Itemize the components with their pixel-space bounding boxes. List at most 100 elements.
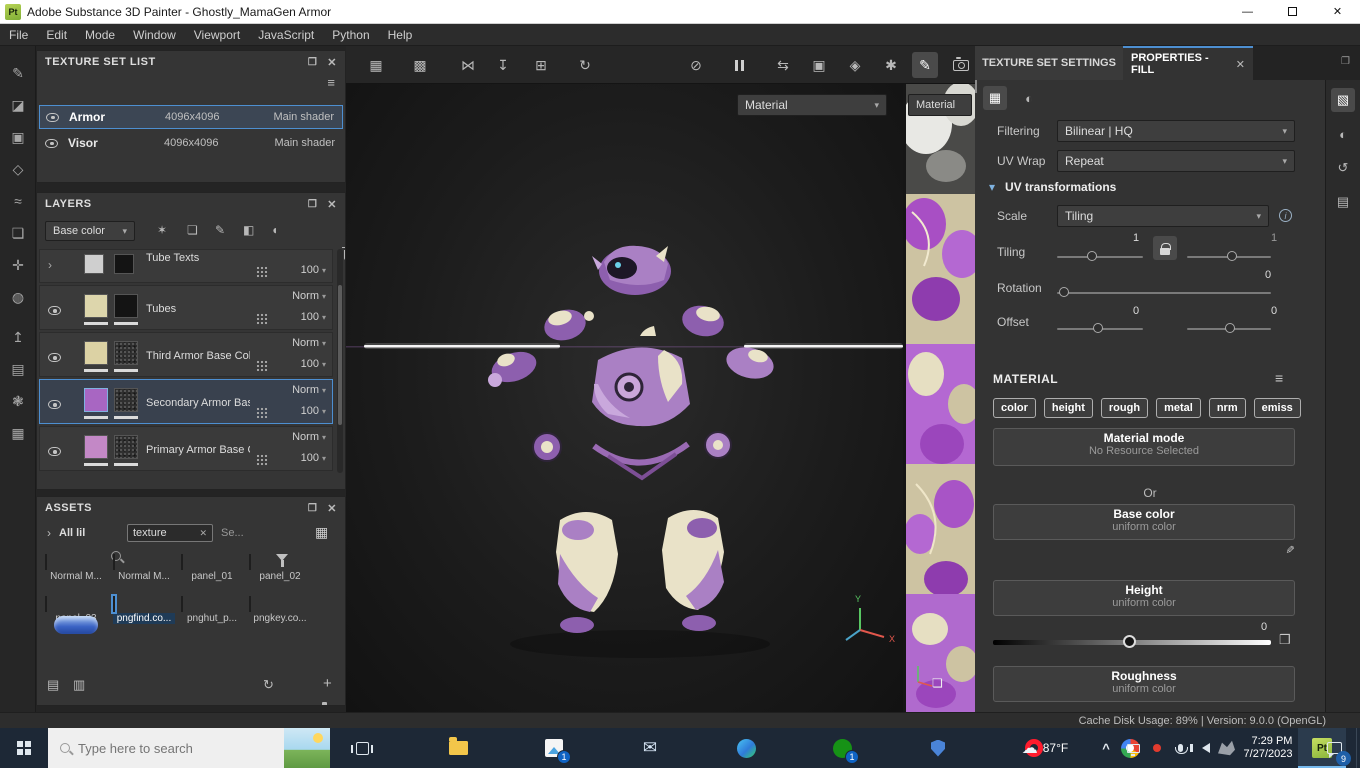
close-tab-icon[interactable]: ✕ <box>1236 58 1245 71</box>
fill-settings-tab-icon[interactable]: ▦ <box>983 86 1007 110</box>
grid-view-icon[interactable]: ▦ <box>315 524 328 541</box>
layer-visibility-icon[interactable] <box>48 447 61 456</box>
scrollbar-thumb[interactable] <box>338 285 342 425</box>
layer-visibility-icon[interactable] <box>48 400 61 409</box>
slider-knob[interactable] <box>1093 323 1103 333</box>
tiling-value-x[interactable]: 1 <box>1133 232 1139 244</box>
channel-metal-button[interactable]: metal <box>1156 398 1201 418</box>
viewport-2d[interactable]: Material ❏ <box>906 84 975 712</box>
eyedropper-icon[interactable]: ✎ <box>1283 545 1296 554</box>
slider-knob[interactable] <box>1059 287 1069 297</box>
list-view-icon[interactable]: ▤ <box>47 677 59 693</box>
search-input[interactable]: texture <box>133 527 167 539</box>
layer-content-thumbnail[interactable] <box>84 435 108 459</box>
layer-opacity[interactable]: 100 ▾ <box>301 452 326 464</box>
add-smart-mask-icon[interactable]: ◖ <box>271 223 278 237</box>
layer-blend-mode[interactable]: Norm ▾ <box>292 337 326 349</box>
texture-set-row-visor[interactable]: Visor 4096x4096 Main shader <box>39 131 343 155</box>
stopwatch-icon[interactable]: ↻ <box>572 52 598 78</box>
layer-content-thumbnail[interactable] <box>84 294 108 318</box>
tool-material-picker-icon[interactable]: ✛ <box>5 252 31 278</box>
asset-thumbnail[interactable] <box>111 594 117 614</box>
expand-icon[interactable]: › <box>48 258 52 272</box>
symmetry-icon[interactable]: ⋈ <box>455 52 481 78</box>
asset-item[interactable]: panel_02 <box>249 554 311 582</box>
layer-mask-thumbnail[interactable] <box>114 341 138 365</box>
tessellation-grid-icon[interactable]: ▦ <box>363 52 389 78</box>
tool-smudge-icon[interactable]: ≈ <box>5 188 31 214</box>
taskbar-search[interactable] <box>48 728 330 768</box>
slider-knob[interactable] <box>1227 251 1237 261</box>
slider-knob[interactable] <box>1225 323 1235 333</box>
channel-height-button[interactable]: height <box>1043 398 1093 418</box>
layer-row[interactable]: Third Armor Base Color Norm ▾ 100 ▾ <box>39 332 333 377</box>
asset-thumbnail[interactable] <box>45 554 47 570</box>
asset-item[interactable]: Normal M... <box>45 554 107 582</box>
asset-item[interactable]: Normal M... <box>113 554 175 582</box>
asset-item-selected[interactable]: pngfind.co... <box>111 594 175 624</box>
tiling-lock-button[interactable] <box>1153 236 1177 260</box>
layer-mask-thumbnail[interactable] <box>114 254 134 274</box>
layer-opacity[interactable]: 100 ▾ <box>301 405 326 417</box>
search-input[interactable] <box>78 740 264 756</box>
texture-set-visibility-icon[interactable] <box>46 112 59 122</box>
clear-search-icon[interactable]: ✕ <box>199 528 207 539</box>
menu-python[interactable]: Python <box>323 24 378 46</box>
edge-button[interactable] <box>722 728 770 768</box>
base-color-button[interactable]: Base color uniform color <box>993 504 1295 540</box>
refresh-icon[interactable]: ↻ <box>263 677 274 693</box>
uv-wrap-dropdown[interactable]: Repeat ▾ <box>1057 150 1295 172</box>
tiling-value-y[interactable]: 1 <box>1271 232 1277 244</box>
layer-blend-mode[interactable]: Norm ▾ <box>292 384 326 396</box>
camera-icon[interactable] <box>948 52 974 78</box>
undock-icon[interactable]: ❐ <box>308 503 317 514</box>
close-button[interactable]: ✕ <box>1315 0 1360 24</box>
close-panel-icon[interactable]: ✕ <box>327 56 337 69</box>
detail-view-icon[interactable]: ▥ <box>73 677 85 693</box>
plugins-icon[interactable]: ❃ <box>5 388 31 414</box>
asset-thumbnail[interactable] <box>181 596 183 612</box>
tray-volume-button[interactable] <box>1190 728 1218 768</box>
add-fill-layer-icon[interactable]: ◧ <box>243 223 254 237</box>
layer-content-thumbnail[interactable] <box>84 341 108 365</box>
mask-link-icon[interactable] <box>256 407 268 419</box>
hide-mesh-icon[interactable]: ⊘ <box>683 52 709 78</box>
layer-visibility-icon[interactable] <box>48 353 61 362</box>
layer-opacity[interactable]: 100 ▾ <box>301 311 326 323</box>
add-asset-icon[interactable]: + <box>323 675 332 692</box>
material-mode-button[interactable]: Material mode No Resource Selected <box>993 428 1295 466</box>
roughness-button[interactable]: Roughness uniform color <box>993 666 1295 702</box>
weather-widget[interactable]: ☁ 87°F <box>1008 728 1082 768</box>
undock-icon[interactable]: ❐ <box>308 57 317 68</box>
rotation-slider[interactable] <box>1057 287 1271 297</box>
uv-transformations-header[interactable]: UV transformations <box>1005 180 1116 194</box>
tool-paint-icon[interactable]: ✎ <box>5 60 31 86</box>
shader-settings-icon[interactable]: ◐ <box>1331 122 1355 146</box>
pause-engine-icon[interactable] <box>726 52 752 78</box>
offset-value-x[interactable]: 0 <box>1133 305 1139 317</box>
asset-thumbnail[interactable] <box>181 554 183 570</box>
channel-filter-dropdown[interactable]: Base color ▾ <box>45 221 135 241</box>
undock-icon[interactable]: ❐ <box>308 199 317 210</box>
offset-value-y[interactable]: 0 <box>1271 305 1277 317</box>
material-view-icon[interactable]: ◈ <box>842 52 868 78</box>
layers-scrollbar[interactable] <box>337 249 343 473</box>
mask-link-icon[interactable] <box>256 266 268 278</box>
layer-content-thumbnail[interactable] <box>84 388 108 412</box>
shader-3d-dropdown[interactable]: Material ▾ <box>737 94 887 116</box>
close-panel-icon[interactable]: ✕ <box>327 198 337 211</box>
tray-mic-button[interactable] <box>1170 728 1190 768</box>
layer-row[interactable]: Primary Armor Base Color Norm▾ 100▾ <box>39 426 333 471</box>
tool-eraser-icon[interactable]: ◪ <box>5 92 31 118</box>
add-frame-icon[interactable]: ⊞ <box>528 52 554 78</box>
height-button[interactable]: Height uniform color <box>993 580 1295 616</box>
menu-help[interactable]: Help <box>379 24 422 46</box>
info-icon[interactable]: i <box>1279 209 1292 222</box>
action-center-button[interactable]: 9 <box>1314 728 1354 768</box>
texture-set-visibility-icon[interactable] <box>45 138 58 148</box>
asset-item[interactable]: panel_01 <box>181 554 243 582</box>
height-value[interactable]: 0 <box>1261 621 1267 633</box>
task-view-button[interactable] <box>338 728 386 768</box>
menu-window[interactable]: Window <box>124 24 185 46</box>
paint-tool-icon[interactable]: ✎ <box>912 52 938 78</box>
